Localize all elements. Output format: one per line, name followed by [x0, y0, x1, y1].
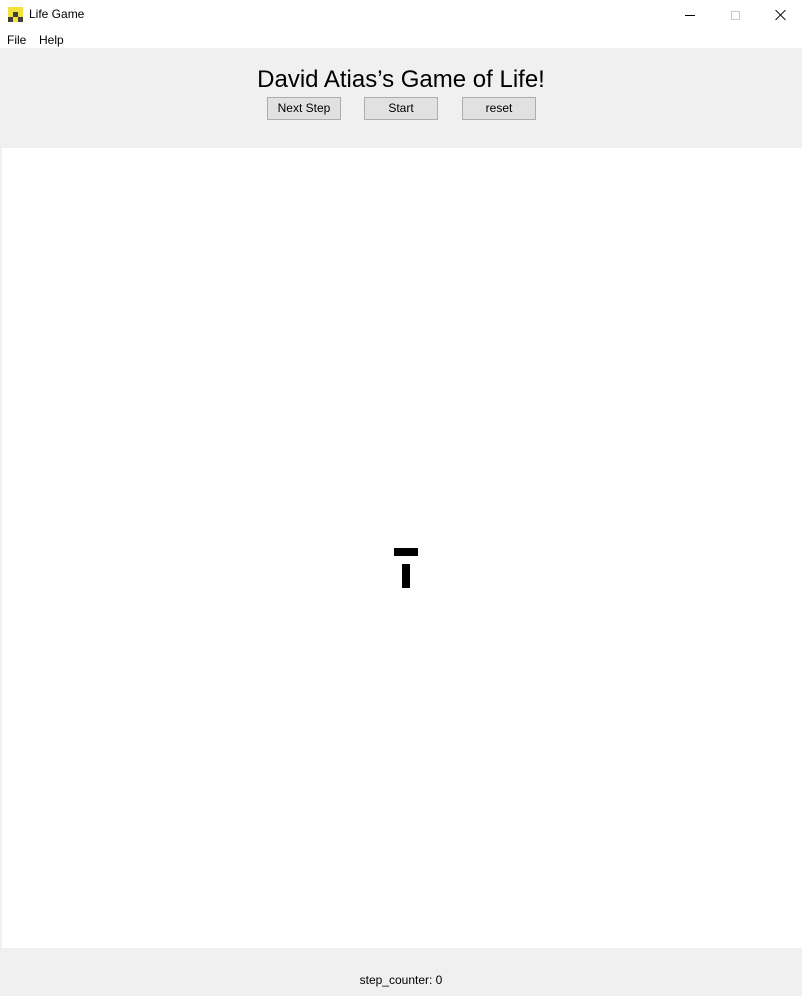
menu-bar: File Help: [0, 30, 802, 48]
life-game-checker-icon: [8, 7, 23, 22]
life-grid[interactable]: [2, 148, 802, 948]
step-counter: step_counter: 0: [359, 973, 443, 987]
maximize-button[interactable]: [712, 0, 758, 30]
live-cell[interactable]: [402, 564, 410, 588]
reset-button[interactable]: reset: [462, 97, 536, 120]
page-title: David Atias’s Game of Life!: [257, 66, 545, 93]
start-button[interactable]: Start: [364, 97, 438, 120]
window-title: Life Game: [29, 7, 85, 21]
maximize-icon: [730, 10, 740, 20]
minimize-button[interactable]: [667, 0, 713, 30]
status-footer: step_counter: 0: [0, 948, 802, 996]
live-cell[interactable]: [394, 548, 418, 556]
menu-item-help[interactable]: Help: [39, 32, 64, 48]
app-window: Life Game File Help David Atias’s Game o…: [0, 0, 802, 996]
close-icon: [775, 9, 787, 21]
title-bar: Life Game: [0, 0, 802, 30]
menu-item-file[interactable]: File: [7, 32, 26, 48]
close-button[interactable]: [758, 0, 802, 30]
header-panel: David Atias’s Game of Life! Next Step St…: [0, 48, 802, 148]
minimize-icon: [685, 14, 695, 16]
next-step-button[interactable]: Next Step: [267, 97, 341, 120]
